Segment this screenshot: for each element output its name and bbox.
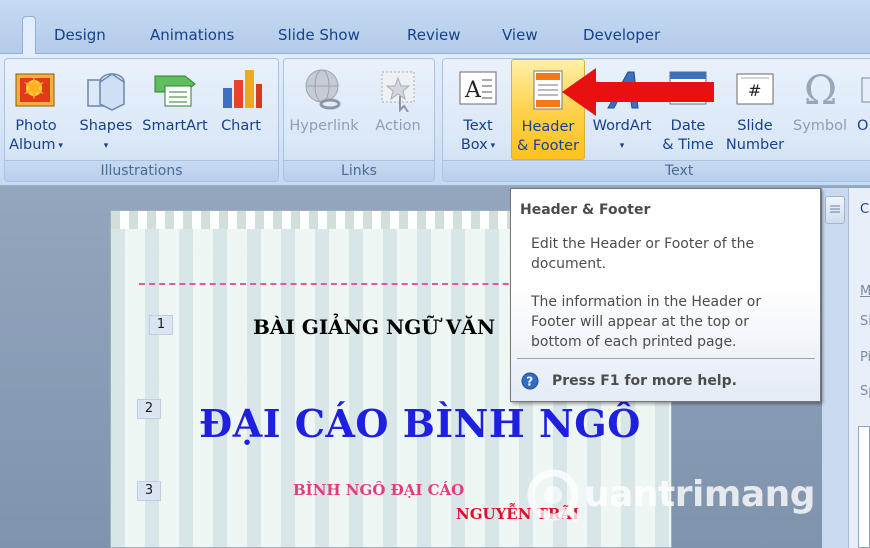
task-pane-item: Pi [860, 350, 870, 365]
group-illustrations: Photo Album ▾ Shapes ▾ SmartArt Chart Il… [4, 58, 279, 182]
shapes-button[interactable]: Shapes ▾ [75, 59, 137, 160]
dropdown-arrow-icon: ▾ [103, 141, 109, 151]
tab-view[interactable]: View [502, 26, 538, 44]
dropdown-arrow-icon: ▾ [487, 141, 496, 151]
photo-album-label-1: Photo [15, 118, 57, 134]
svg-text:Ω: Ω [804, 68, 837, 112]
symbol-icon: Ω [804, 68, 837, 112]
tooltip-details: The information in the Header or Footer … [531, 294, 762, 350]
photo-album-label-2: Album [9, 137, 56, 153]
help-icon: ? [521, 372, 539, 390]
tab-developer[interactable]: Developer [583, 26, 660, 44]
svg-text:A: A [464, 78, 482, 103]
watermark-text: uantrimang [584, 474, 816, 515]
action-button[interactable]: Action [364, 59, 432, 160]
group-illustrations-label: Illustrations [5, 160, 278, 181]
text-box-label-2: Box [460, 137, 488, 153]
header-footer-tooltip: Header & Footer Edit the Header or Foote… [510, 188, 821, 402]
group-text-label: Text [665, 163, 694, 179]
task-pane-item[interactable]: M [860, 284, 870, 299]
object-icon [861, 77, 870, 103]
header-footer-label-1: Header [521, 119, 575, 135]
text-box-icon: A [459, 71, 497, 105]
tab-slide-show[interactable]: Slide Show [278, 26, 360, 44]
slide-subtitle[interactable]: BÌNH NGÔ ĐẠI CÁO [293, 481, 464, 499]
smartart-label: SmartArt [142, 118, 208, 134]
dropdown-arrow-icon: ▾ [619, 141, 625, 151]
object-label: O [857, 118, 869, 134]
task-pane-item: Sp [860, 384, 870, 399]
line-number: 1 [149, 315, 173, 335]
ribbon-tab-strip: Design Animations Slide Show Review View… [0, 0, 870, 56]
tab-insert-edge[interactable] [22, 16, 36, 56]
hyperlink-icon [305, 69, 341, 110]
watermark-logo-icon [527, 469, 581, 523]
line-number: 3 [137, 481, 161, 501]
chart-icon [223, 70, 262, 108]
line-number: 2 [137, 399, 161, 419]
group-links-label: Links [284, 160, 434, 181]
text-box-label-1: Text [463, 118, 493, 134]
tooltip-help-text: Press F1 for more help. [552, 373, 737, 389]
placeholder-dashed-line [139, 283, 539, 285]
group-links: Hyperlink Action Links [283, 58, 435, 182]
slide-number-label-2: Number [725, 137, 785, 153]
shapes-label: Shapes [79, 118, 133, 134]
powerpoint-window: Design Animations Slide Show Review View… [0, 0, 870, 548]
smartart-icon [154, 75, 196, 107]
shapes-icon [87, 73, 125, 111]
slide-number-button[interactable]: # Slide Number [721, 59, 789, 160]
symbol-button[interactable]: Ω Symbol [789, 59, 851, 160]
task-pane-list-box[interactable] [858, 426, 870, 548]
tooltip-title: Header & Footer [520, 202, 651, 218]
scroll-up-button[interactable] [825, 196, 845, 224]
photo-album-icon [15, 73, 55, 107]
svg-text:?: ? [526, 375, 533, 389]
chart-button[interactable]: Chart [211, 59, 271, 160]
header-footer-label-2: & Footer [516, 138, 580, 154]
date-time-label-1: Date [670, 118, 706, 134]
task-pane-title: Cu [860, 202, 870, 217]
hyperlink-button[interactable]: Hyperlink [286, 59, 362, 160]
chart-label: Chart [221, 118, 261, 134]
scroll-grip-icon [830, 205, 840, 213]
tooltip-separator [517, 358, 815, 359]
ribbon: Photo Album ▾ Shapes ▾ SmartArt Chart Il… [0, 54, 870, 186]
text-box-button[interactable]: A Text Box ▾ [449, 59, 507, 160]
action-label: Action [375, 118, 421, 134]
tab-review[interactable]: Review [407, 26, 461, 44]
dropdown-arrow-icon: ▾ [55, 141, 63, 151]
slide-heading[interactable]: BÀI GIẢNG NGỮ VĂN [253, 315, 495, 339]
hyperlink-label: Hyperlink [289, 118, 359, 134]
photo-album-button[interactable]: Photo Album ▾ [5, 59, 67, 160]
slide-title[interactable]: ĐẠI CÁO BÌNH NGÔ [199, 401, 641, 446]
svg-text:#: # [748, 81, 761, 100]
tab-animations[interactable]: Animations [150, 26, 234, 44]
tooltip-description: Edit the Header or Footer of the documen… [531, 236, 755, 272]
slide-number-label-1: Slide [737, 118, 773, 134]
symbol-label: Symbol [792, 118, 847, 134]
object-button[interactable]: O [851, 59, 870, 160]
smartart-button[interactable]: SmartArt [139, 59, 211, 160]
watermark: uantrimang [512, 460, 842, 530]
tab-design[interactable]: Design [54, 26, 106, 44]
action-icon [381, 71, 415, 112]
red-arrow-annotation [562, 68, 714, 116]
wordart-label: WordArt [592, 118, 652, 134]
date-time-label-2: & Time [662, 137, 714, 153]
slide-number-icon: # [736, 73, 774, 105]
task-pane-item: Si [860, 314, 870, 329]
